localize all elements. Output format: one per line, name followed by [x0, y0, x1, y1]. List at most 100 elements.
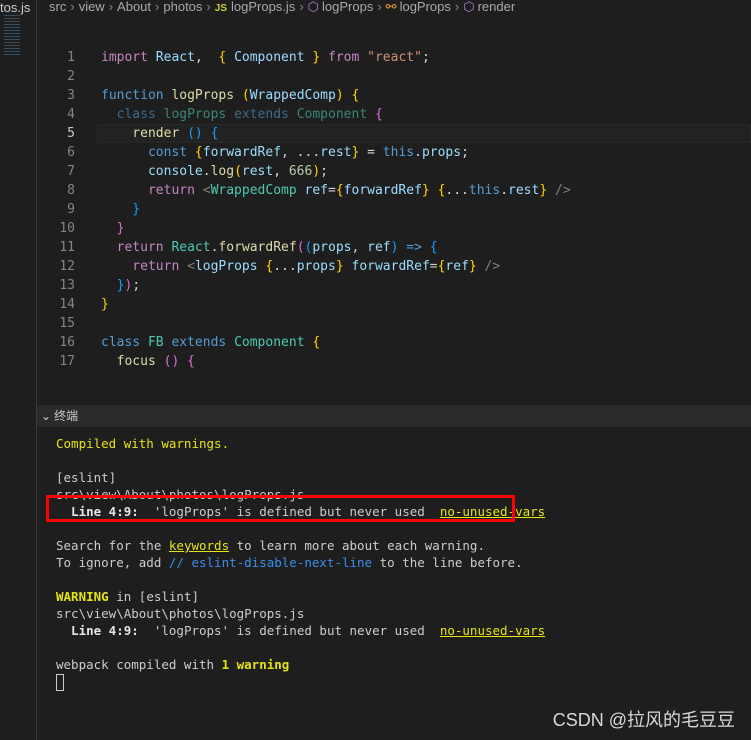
code-line[interactable]: 4 class logProps extends Component { — [37, 105, 751, 124]
line-number: 14 — [59, 297, 75, 312]
line-number: 5 — [67, 126, 75, 141]
code-token: props — [296, 259, 336, 274]
code-line[interactable]: 11 return React.forwardRef((props, ref) … — [37, 238, 751, 257]
code-line[interactable]: 17 focus () { — [37, 352, 751, 370]
breadcrumb-item[interactable]: logProps.js — [231, 0, 295, 14]
code-token: focus — [101, 354, 156, 369]
code-line[interactable]: 2 — [37, 67, 751, 86]
code-token: ; — [461, 145, 469, 160]
code-token: extends — [226, 107, 289, 122]
code-text: return React.forwardRef((props, ref) => … — [101, 238, 438, 257]
code-token: /> — [547, 183, 571, 198]
code-token: . — [414, 145, 422, 160]
code-text: }); — [101, 276, 141, 295]
code-line[interactable]: 13 }); — [37, 276, 751, 295]
code-token: return — [101, 183, 195, 198]
terminal-line: Line 4:9: 'logProps' is defined but neve… — [56, 622, 545, 639]
code-token: logProps — [155, 107, 227, 122]
breadcrumb-item[interactable]: photos — [163, 0, 202, 14]
chevron-down-icon[interactable]: ⌄ — [41, 405, 51, 427]
code-token: ( — [241, 88, 250, 103]
watermark: CSDN @拉风的毛豆豆 — [552, 710, 735, 730]
breadcrumb-item[interactable]: render — [478, 0, 516, 14]
breadcrumb-item[interactable]: About — [117, 0, 151, 14]
code-line[interactable]: 14} — [37, 295, 751, 314]
terminal-line: Search for the keywords to learn more ab… — [56, 537, 545, 554]
breadcrumb-item[interactable]: view — [79, 0, 105, 14]
code-line[interactable]: 3 function logProps (WrappedComp) { — [37, 86, 751, 105]
code-token: ( — [234, 164, 242, 179]
code-text: import React, { Component } from "react"… — [101, 48, 430, 67]
line-number: 13 — [59, 278, 75, 293]
highlight-annotation-box — [46, 495, 515, 522]
code-line[interactable]: 1 import React, { Component } from "react… — [37, 48, 751, 67]
terminal-text: Search for the — [56, 538, 169, 553]
breadcrumb-item[interactable]: src — [49, 0, 66, 14]
code-token: forwardRef — [218, 240, 297, 255]
code-text: class FB extends Component { — [101, 333, 320, 352]
left-tab[interactable]: tos.js — [0, 0, 36, 15]
minimap[interactable] — [4, 15, 20, 55]
code-token: { — [187, 354, 195, 369]
code-line[interactable]: 7 console.log(rest, 666); — [37, 162, 751, 181]
code-text: return <logProps {...props} forwardRef={… — [101, 257, 500, 276]
terminal-text: To ignore, add — [56, 555, 169, 570]
code-token: } — [539, 183, 548, 198]
code-line[interactable]: 15 — [37, 314, 751, 333]
code-text: } — [101, 295, 109, 314]
code-line[interactable]: 8 return <WrappedComp ref={forwardRef} {… — [37, 181, 751, 200]
code-line[interactable]: 10 } — [37, 219, 751, 238]
code-token: } — [468, 259, 477, 274]
code-line[interactable]: 12 return <logProps {...props} forwardRe… — [37, 257, 751, 276]
code-token: = — [429, 259, 438, 274]
line-number: 16 — [59, 335, 75, 350]
terminal-cursor — [56, 674, 64, 691]
terminal-prompt-line[interactable] — [56, 673, 545, 691]
code-token: props — [421, 145, 462, 160]
breadcrumb-item[interactable]: logProps — [400, 0, 451, 14]
terminal-text: Compiled with warnings. — [56, 436, 230, 451]
code-token: } — [335, 259, 344, 274]
code-token: => — [398, 240, 422, 255]
terminal-text: Line 4:9: — [56, 623, 139, 638]
line-number: 6 — [67, 145, 75, 160]
left-editor-pane: tos.js — [0, 0, 37, 740]
terminal-text: 1 warning — [221, 657, 290, 672]
terminal-link[interactable]: keywords — [169, 538, 229, 553]
code-token: , — [194, 50, 219, 65]
code-token: ; — [132, 278, 141, 293]
chevron-right-icon: › — [377, 0, 382, 14]
code-token: , — [351, 240, 368, 255]
code-token: return — [101, 240, 164, 255]
terminal-line: WARNING in [eslint] — [56, 588, 545, 605]
code-token: ... — [273, 259, 297, 274]
code-token: ref — [367, 240, 391, 255]
line-number: 9 — [67, 202, 75, 217]
code-token: } — [101, 202, 141, 217]
code-text: console.log(rest, 666); — [101, 162, 328, 181]
terminal-line: webpack compiled with 1 warning — [56, 656, 545, 673]
terminal-output[interactable]: Compiled with warnings. [eslint] src\view… — [56, 435, 545, 691]
code-token: () — [163, 354, 180, 369]
code-line[interactable]: 9 } — [37, 200, 751, 219]
line-number: 2 — [67, 69, 75, 84]
code-token: { — [312, 335, 321, 350]
terminal-link[interactable]: no-unused-vars — [440, 623, 545, 638]
terminal-line: [eslint] — [56, 469, 545, 486]
code-line[interactable]: 6 const {forwardRef, ...rest} = this.pro… — [37, 143, 751, 162]
breadcrumb-item[interactable]: logProps — [322, 0, 373, 14]
code-line[interactable]: 16 class FB extends Component { — [37, 333, 751, 352]
terminal-header[interactable]: ⌄ 终端 — [37, 405, 751, 427]
line-number: 12 — [59, 259, 75, 274]
code-editor[interactable]: 1 import React, { Component } from "react… — [37, 48, 751, 370]
chevron-right-icon: › — [454, 0, 460, 14]
terminal-text: to learn more about each warning. — [229, 538, 485, 553]
code-line[interactable]: 5 render () { — [37, 124, 751, 143]
code-token: ) — [312, 164, 321, 179]
code-text: focus () { — [101, 352, 195, 370]
code-token: class — [101, 335, 141, 350]
